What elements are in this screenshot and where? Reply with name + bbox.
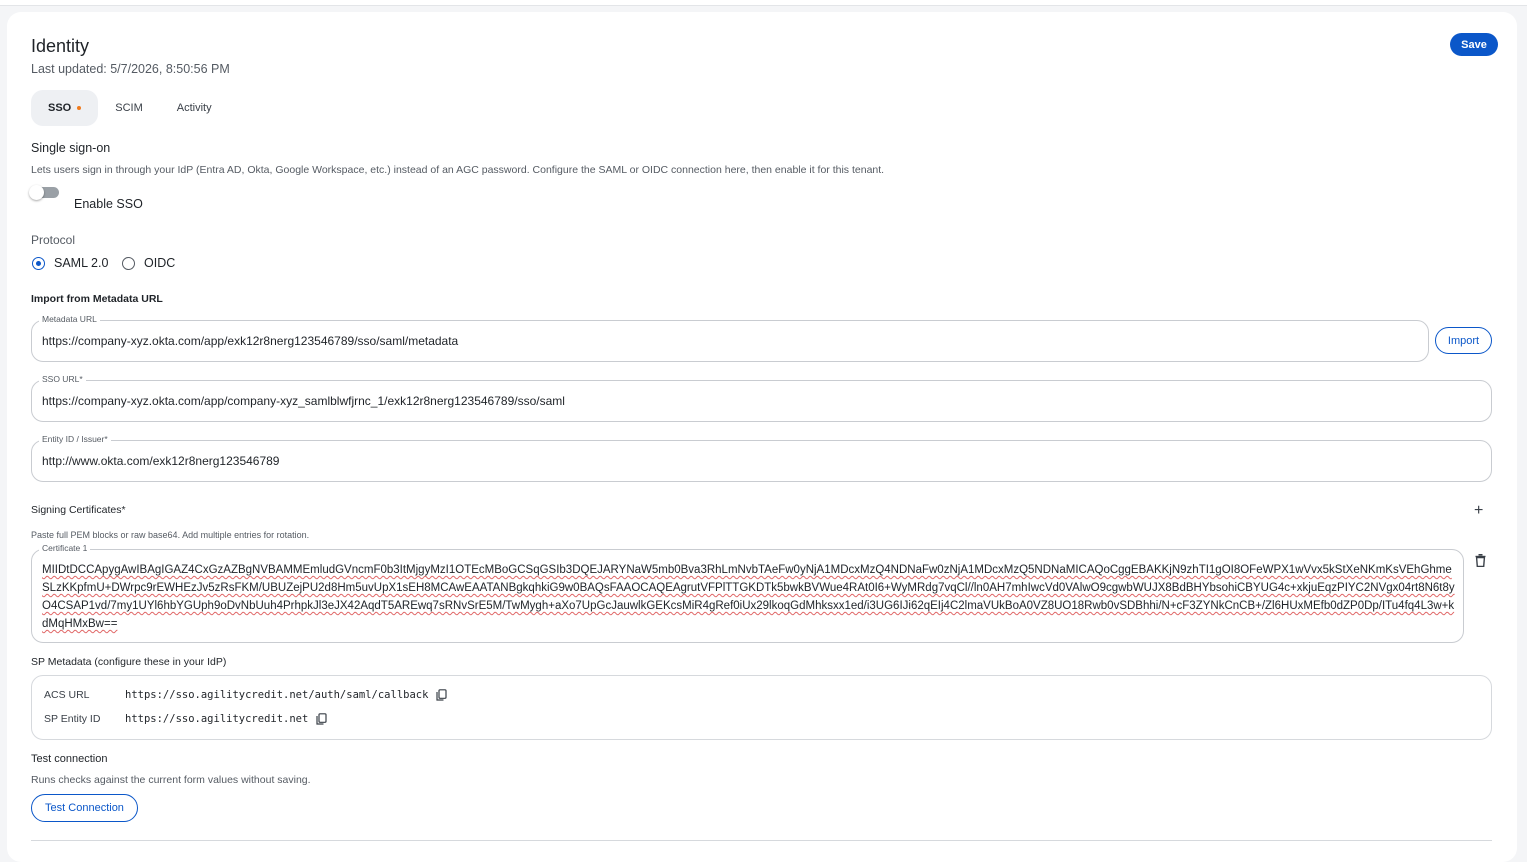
tab-activity[interactable]: Activity	[160, 90, 229, 126]
metadata-url-field[interactable]: Metadata URL https://company-xyz.okta.co…	[31, 314, 1429, 362]
tab-sso[interactable]: SSO	[31, 90, 99, 126]
copy-sp-entity-id-icon[interactable]	[316, 713, 327, 725]
tab-activity-label: Activity	[176, 102, 212, 114]
sp-metadata-box	[31, 675, 1492, 740]
save-button[interactable]: Save	[1450, 33, 1498, 56]
acs-url-label: ACS URL	[44, 689, 90, 701]
toggle-knob[interactable]	[29, 185, 44, 200]
radio-saml-label: SAML 2.0	[54, 256, 109, 270]
test-connection-button[interactable]: Test Connection	[31, 794, 138, 822]
sso-description: Lets users sign in through your IdP (Ent…	[31, 164, 885, 176]
metadata-url-input[interactable]: https://company-xyz.okta.com/app/exk12r8…	[42, 321, 458, 361]
delete-certificate-icon[interactable]	[1475, 554, 1486, 567]
tab-bar: SSO SCIM Activity	[31, 90, 229, 126]
tab-scim-label: SCIM	[115, 102, 143, 114]
certificate-1-textarea[interactable]: MIIDtDCCApygAwIBAgIGAZ4CxGzAZBgNVBAMMEml…	[42, 561, 1456, 633]
certificate-1-field[interactable]: Certificate 1 MIIDtDCCApygAwIBAgIGAZ4CxG…	[31, 543, 1464, 643]
enable-sso-label: Enable SSO	[74, 197, 143, 211]
page-title: Identity	[31, 36, 90, 56]
entity-id-field[interactable]: Entity ID / Issuer* http://www.okta.com/…	[31, 434, 1492, 482]
test-connection-hint: Runs checks against the current form val…	[31, 774, 311, 786]
acs-url-value: https://sso.agilitycredit.net/auth/saml/…	[125, 689, 429, 701]
certs-heading: Signing Certificates*	[31, 504, 126, 516]
last-updated-text: Last updated: 5/7/2026, 8:50:56 PM	[31, 62, 230, 76]
copy-acs-url-icon[interactable]	[436, 689, 447, 701]
entity-id-input[interactable]: http://www.okta.com/exk12r8nerg123546789	[42, 441, 279, 481]
radio-oidc[interactable]	[122, 257, 135, 270]
tab-sso-label: SSO	[48, 102, 72, 114]
radio-oidc-label: OIDC	[144, 256, 176, 270]
sp-metadata-heading: SP Metadata (configure these in your IdP…	[31, 656, 227, 668]
protocol-label: Protocol	[31, 233, 76, 247]
tab-scim[interactable]: SCIM	[98, 90, 160, 126]
sso-heading: Single sign-on	[31, 141, 111, 155]
section-divider	[31, 840, 1492, 841]
sp-entity-id-value: https://sso.agilitycredit.net	[125, 713, 309, 725]
unsaved-dot-icon	[77, 106, 82, 110]
sso-url-field[interactable]: SSO URL* https://company-xyz.okta.com/ap…	[31, 374, 1492, 422]
sso-url-input[interactable]: https://company-xyz.okta.com/app/company…	[42, 381, 565, 421]
certs-hint: Paste full PEM blocks or raw base64. Add…	[31, 530, 310, 540]
import-heading: Import from Metadata URL	[31, 293, 163, 305]
import-button[interactable]: Import	[1435, 327, 1492, 354]
sp-entity-id-label: SP Entity ID	[44, 713, 101, 725]
add-certificate-icon[interactable]: +	[1474, 502, 1483, 520]
certificate-1-label: Certificate 1	[39, 543, 91, 553]
test-connection-heading: Test connection	[31, 753, 108, 765]
top-bar	[0, 0, 1527, 6]
radio-saml[interactable]	[32, 257, 45, 270]
